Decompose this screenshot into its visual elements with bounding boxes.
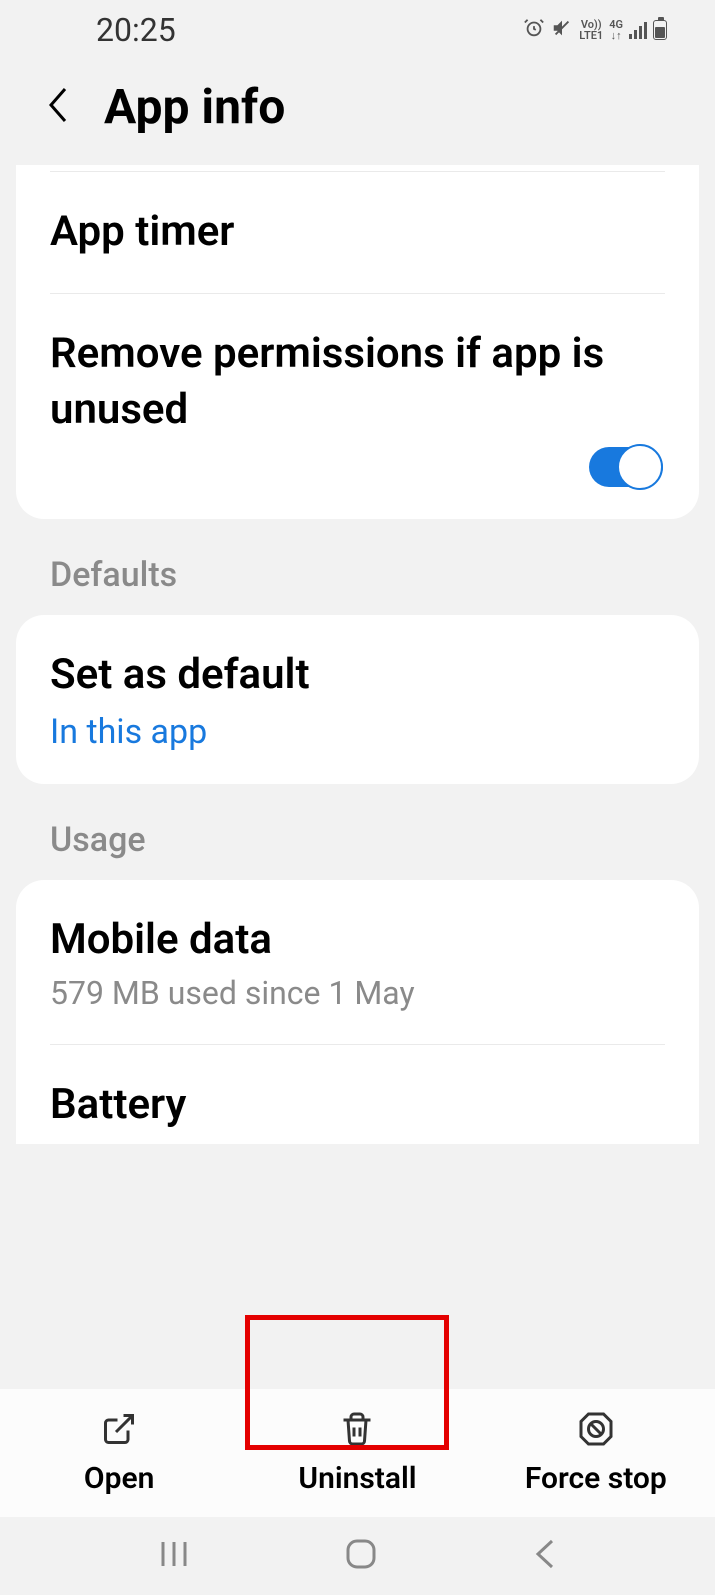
set-as-default-row[interactable]: Set as default In this app: [16, 615, 699, 784]
block-icon: [578, 1411, 614, 1451]
battery-icon: [653, 20, 667, 40]
remove-permissions-toggle[interactable]: [589, 447, 663, 487]
defaults-card: Set as default In this app: [16, 615, 699, 784]
status-bar: 20:25 Vo)) LTE1 4G ↓↑: [0, 0, 715, 60]
page-header: App info: [0, 60, 715, 165]
remove-permissions-row[interactable]: Remove permissions if app is unused: [16, 294, 699, 519]
mobile-data-sub: 579 MB used since 1 May: [50, 974, 665, 1012]
force-stop-label: Force stop: [525, 1461, 667, 1496]
open-button[interactable]: Open: [0, 1389, 238, 1517]
battery-label: Battery: [50, 1077, 665, 1134]
battery-row[interactable]: Battery: [16, 1045, 699, 1144]
uninstall-label: Uninstall: [298, 1461, 416, 1496]
usage-card-top: App timer Remove permissions if app is u…: [16, 165, 699, 519]
mobile-data-row[interactable]: Mobile data 579 MB used since 1 May: [16, 880, 699, 1045]
volte-indicator: Vo)) LTE1: [579, 19, 603, 41]
system-nav-bar: [0, 1517, 715, 1595]
open-icon: [101, 1411, 137, 1451]
open-label: Open: [84, 1461, 154, 1496]
app-timer-row[interactable]: App timer: [16, 172, 699, 293]
force-stop-button[interactable]: Force stop: [477, 1389, 715, 1517]
nav-back-button[interactable]: [532, 1537, 558, 1575]
page-title: App info: [104, 78, 285, 135]
mute-icon: [551, 17, 573, 43]
defaults-section-label: Defaults: [0, 519, 715, 615]
set-as-default-sub: In this app: [50, 712, 665, 752]
remove-permissions-label: Remove permissions if app is unused: [50, 326, 665, 439]
home-button[interactable]: [344, 1537, 378, 1575]
status-icons: Vo)) LTE1 4G ↓↑: [523, 17, 667, 43]
set-as-default-label: Set as default: [50, 647, 665, 704]
network-indicator: 4G ↓↑: [609, 19, 623, 41]
bottom-action-bar: Open Uninstall Force stop: [0, 1389, 715, 1517]
alarm-icon: [523, 17, 545, 43]
back-button[interactable]: [44, 85, 74, 129]
recents-button[interactable]: [157, 1539, 191, 1573]
usage-section-label: Usage: [0, 784, 715, 880]
app-timer-label: App timer: [50, 204, 665, 261]
signal-icon: [629, 21, 647, 39]
mobile-data-label: Mobile data: [50, 912, 665, 969]
uninstall-button[interactable]: Uninstall: [238, 1389, 476, 1517]
trash-icon: [339, 1411, 375, 1451]
usage-card: Mobile data 579 MB used since 1 May Batt…: [16, 880, 699, 1144]
status-time: 20:25: [96, 11, 176, 49]
